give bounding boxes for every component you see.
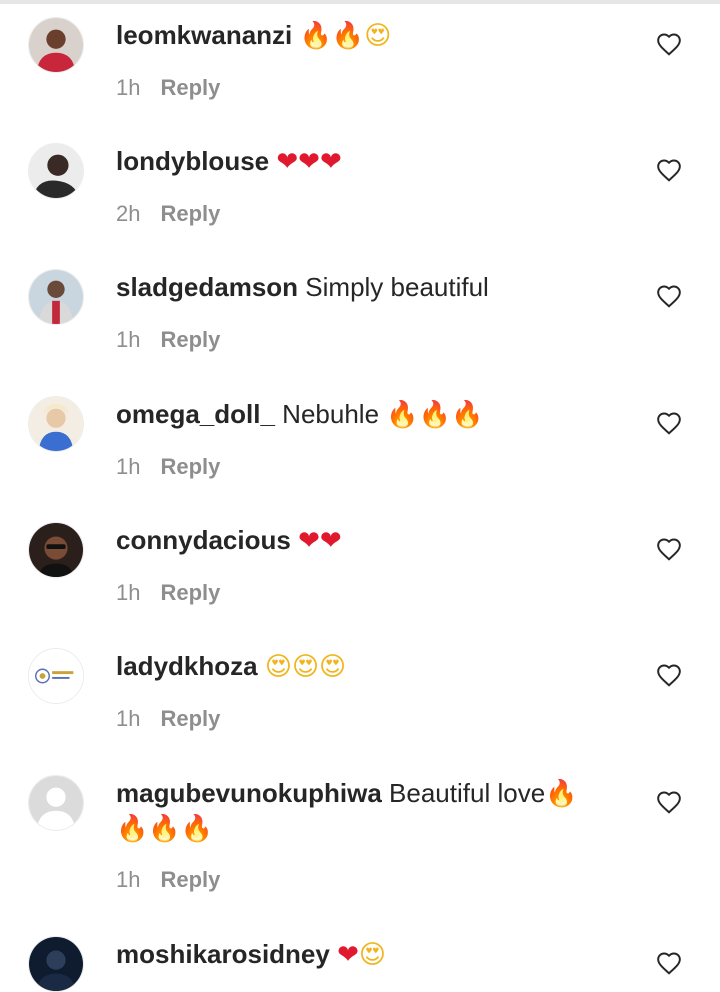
username[interactable]: londyblouse	[116, 146, 269, 176]
comment-meta: 1h Reply	[116, 326, 220, 354]
timestamp: 1h	[116, 75, 141, 100]
heart-emoji: ❤	[276, 147, 299, 177]
username[interactable]: magubevunokuphiwa	[116, 778, 382, 808]
comment-meta: 1h Reply	[116, 74, 220, 102]
comment-text: omega_doll_ Nebuhle 🔥🔥🔥	[116, 397, 616, 432]
avatar[interactable]	[28, 143, 84, 199]
comment-text: londyblouse ❤❤❤	[116, 144, 616, 179]
emoji-group: ❤❤	[298, 525, 342, 556]
comment-text: magubevunokuphiwa Beautiful love🔥🔥🔥🔥	[116, 776, 606, 846]
comment-meta: 1h Reply	[116, 705, 220, 733]
username[interactable]: sladgedamson	[116, 272, 298, 302]
emoji-group: 🔥🔥😍	[299, 20, 392, 51]
heart-emoji: ❤	[319, 526, 342, 556]
timestamp: 1h	[116, 327, 141, 352]
emoji-group: ❤😍	[337, 939, 386, 970]
emoji-group: ❤❤❤	[276, 146, 342, 177]
timestamp: 1h	[116, 867, 141, 892]
heart-outline-icon[interactable]	[656, 32, 682, 56]
comment-meta: 1h Reply	[116, 579, 220, 607]
reply-button[interactable]: Reply	[160, 867, 220, 892]
fire-emoji: 🔥	[418, 400, 452, 430]
heart-emoji: ❤	[337, 940, 359, 970]
reply-button[interactable]: Reply	[160, 706, 220, 731]
heart-eyes-emoji: 😍	[358, 940, 386, 970]
avatar[interactable]	[28, 936, 84, 992]
avatar[interactable]	[28, 269, 84, 325]
comment-body: Simply beautiful	[305, 272, 489, 302]
heart-eyes-emoji: 😍	[291, 652, 320, 682]
heart-outline-icon[interactable]	[656, 790, 682, 814]
heart-outline-icon[interactable]	[656, 537, 682, 561]
heart-outline-icon[interactable]	[656, 663, 682, 687]
comment-text: leomkwananzi 🔥🔥😍	[116, 18, 616, 53]
heart-eyes-emoji: 😍	[319, 652, 347, 682]
username[interactable]: moshikarosidney	[116, 939, 330, 969]
timestamp: 1h	[116, 454, 141, 479]
reply-button[interactable]: Reply	[160, 454, 220, 479]
username[interactable]: ladydkhoza	[116, 651, 258, 681]
heart-eyes-emoji: 😍	[364, 21, 392, 51]
timestamp: 1h	[116, 706, 141, 731]
top-divider	[0, 0, 720, 4]
heart-outline-icon[interactable]	[656, 284, 682, 308]
heart-emoji: ❤	[298, 526, 320, 556]
avatar[interactable]	[28, 17, 84, 73]
reply-button[interactable]: Reply	[160, 75, 220, 100]
comment-text: moshikarosidney ❤😍	[116, 937, 616, 972]
fire-emoji: 🔥	[299, 21, 332, 51]
avatar[interactable]	[28, 522, 84, 578]
comment-text: sladgedamson Simply beautiful	[116, 270, 616, 304]
heart-eyes-emoji: 😍	[264, 652, 292, 682]
comment-meta: 2h Reply	[116, 200, 220, 228]
heart-outline-icon[interactable]	[656, 951, 682, 975]
username[interactable]: leomkwananzi	[116, 20, 292, 50]
heart-outline-icon[interactable]	[656, 158, 682, 182]
avatar[interactable]	[28, 396, 84, 452]
fire-emoji: 🔥	[545, 779, 578, 809]
avatar[interactable]	[28, 775, 84, 831]
fire-emoji: 🔥	[386, 400, 419, 430]
reply-button[interactable]: Reply	[160, 327, 220, 352]
heart-emoji: ❤	[298, 147, 320, 177]
avatar[interactable]	[28, 648, 84, 704]
fire-emoji: 🔥	[148, 814, 181, 844]
timestamp: 2h	[116, 201, 141, 226]
fire-emoji: 🔥	[451, 400, 484, 430]
username[interactable]: omega_doll_	[116, 399, 275, 429]
comment-text: connydacious ❤❤	[116, 523, 616, 558]
timestamp: 1h	[116, 580, 141, 605]
comment-meta: 1h Reply	[116, 453, 220, 481]
comment-text: ladydkhoza 😍😍😍	[116, 649, 616, 684]
reply-button[interactable]: Reply	[160, 580, 220, 605]
heart-outline-icon[interactable]	[656, 411, 682, 435]
fire-emoji: 🔥	[116, 814, 149, 844]
reply-button[interactable]: Reply	[160, 201, 220, 226]
emoji-group: 🔥🔥🔥	[386, 399, 484, 430]
comment-body: Nebuhle	[282, 399, 380, 429]
fire-emoji: 🔥	[331, 21, 365, 51]
heart-emoji: ❤	[319, 147, 342, 177]
comment-body: Beautiful love	[389, 778, 546, 808]
comment-meta: 1h Reply	[116, 866, 220, 894]
username[interactable]: connydacious	[116, 525, 291, 555]
fire-emoji: 🔥	[180, 814, 214, 844]
emoji-group: 😍😍😍	[264, 651, 347, 682]
